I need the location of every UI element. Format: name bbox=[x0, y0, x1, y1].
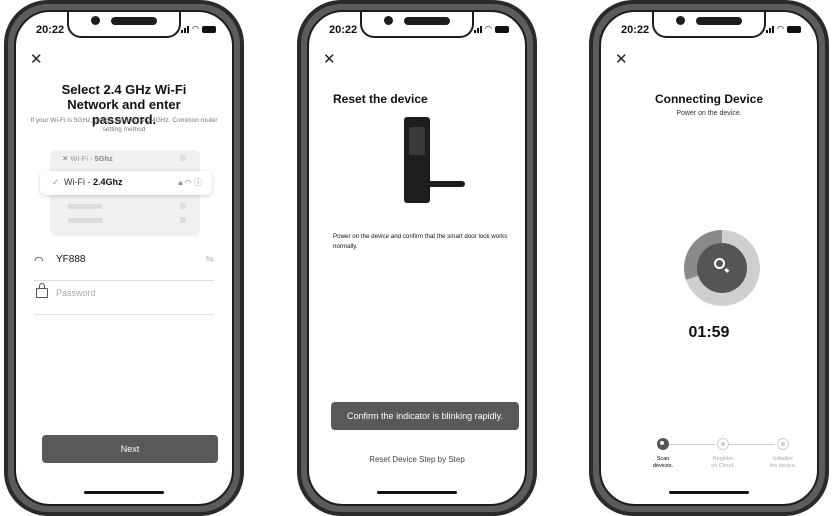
step-cloud-icon bbox=[717, 438, 729, 450]
wifi-item-5ghz: ✕ Wi-Fi - 5Ghz bbox=[62, 154, 113, 163]
signal-icon bbox=[766, 26, 775, 33]
step-connector bbox=[669, 444, 715, 445]
page-title: Reset the device bbox=[333, 92, 428, 106]
dial-center bbox=[697, 243, 747, 293]
placeholder-bar bbox=[68, 204, 102, 209]
notch bbox=[360, 12, 474, 38]
battery-icon bbox=[202, 26, 216, 33]
signal-icon bbox=[181, 26, 190, 33]
step-label-initialize: Initialize the device. bbox=[769, 456, 797, 469]
placeholder-square bbox=[180, 155, 186, 161]
ssid-value: YF888 bbox=[56, 254, 86, 265]
battery-icon bbox=[495, 26, 509, 33]
battery-icon bbox=[787, 26, 801, 33]
reset-steps-link[interactable]: Reset Device Step by Step bbox=[309, 455, 525, 464]
step-label-scan: Scan devices. bbox=[652, 456, 674, 469]
page-subtitle: Power on the device. bbox=[676, 110, 742, 117]
wifi-status-icon: ◠ bbox=[485, 24, 492, 33]
home-indicator bbox=[377, 491, 457, 494]
status-icons: ◠ bbox=[474, 25, 509, 33]
notch bbox=[67, 12, 181, 38]
screen-reset-device: 20:22 ◠ ✕ Reset the device Power on the … bbox=[307, 10, 527, 506]
placeholder-bar bbox=[68, 218, 102, 223]
close-icon[interactable]: ✕ bbox=[30, 50, 43, 68]
status-icons: ◠ bbox=[766, 25, 801, 33]
phone-connecting-device: 20:22 ◠ ✕ Connecting Device Power on the… bbox=[589, 0, 829, 516]
wifi-icon: ◠ bbox=[34, 255, 44, 267]
ssid-field[interactable]: ◠ YF888 ⇋ bbox=[34, 252, 214, 281]
page-title: Connecting Device bbox=[654, 92, 764, 106]
lock-wifi-info-icons: 🔒︎ ◠ ⓘ bbox=[178, 178, 202, 187]
notch bbox=[652, 12, 766, 38]
signal-icon bbox=[474, 26, 483, 33]
smart-lock-illustration bbox=[404, 117, 430, 203]
status-time: 20:22 bbox=[36, 24, 65, 36]
step-scan-icon bbox=[657, 438, 669, 450]
wifi-item-2-4ghz: ✓ Wi-Fi - 2.4Ghz 🔒︎ ◠ ⓘ bbox=[40, 171, 212, 195]
confirm-blinking-button[interactable]: Confirm the indicator is blinking rapidl… bbox=[331, 402, 519, 430]
step-init-icon bbox=[777, 438, 789, 450]
screen-connecting-device: 20:22 ◠ ✕ Connecting Device Power on the… bbox=[599, 10, 819, 506]
placeholder-square bbox=[180, 203, 186, 209]
lock-handle-illustration bbox=[425, 181, 465, 187]
screen-wifi-setup: 20:22 ◠ ✕ Select 2.4 GHz Wi-Fi Network a… bbox=[14, 10, 234, 506]
countdown-timer: 01:59 bbox=[688, 324, 730, 341]
home-indicator bbox=[84, 491, 164, 494]
close-icon[interactable]: ✕ bbox=[615, 50, 628, 68]
progress-dial bbox=[684, 230, 760, 306]
step-connector bbox=[729, 444, 775, 445]
check-icon: ✓ bbox=[52, 177, 60, 187]
password-field[interactable] bbox=[34, 283, 214, 315]
step-label-register: Register on Cloud. bbox=[711, 456, 735, 469]
status-time: 20:22 bbox=[329, 24, 358, 36]
instruction-text: Power on the device and confirm that the… bbox=[333, 233, 508, 250]
lock-icon bbox=[36, 283, 48, 298]
page-subtitle: If your Wi-Fi is 5GHz, please set it to … bbox=[30, 117, 218, 133]
switch-network-icon[interactable]: ⇋ bbox=[206, 254, 214, 265]
phone-reset-device: 20:22 ◠ ✕ Reset the device Power on the … bbox=[297, 0, 537, 516]
status-time: 20:22 bbox=[621, 24, 650, 36]
next-button[interactable]: Next bbox=[42, 435, 218, 463]
search-icon bbox=[714, 258, 725, 269]
wifi-status-icon: ◠ bbox=[192, 24, 199, 33]
home-indicator bbox=[669, 491, 749, 494]
password-input[interactable] bbox=[56, 288, 206, 298]
phone-wifi-setup: 20:22 ◠ ✕ Select 2.4 GHz Wi-Fi Network a… bbox=[4, 0, 244, 516]
wifi-status-icon: ◠ bbox=[777, 24, 784, 33]
placeholder-square bbox=[180, 217, 186, 223]
close-icon[interactable]: ✕ bbox=[323, 50, 336, 68]
status-icons: ◠ bbox=[181, 25, 216, 33]
